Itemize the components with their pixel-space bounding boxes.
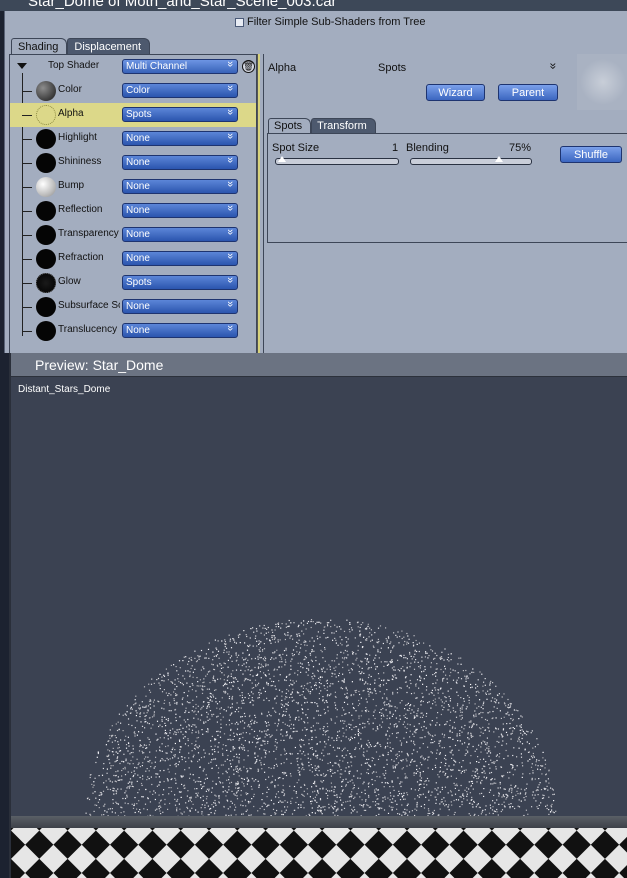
shader-ball-icon [36, 297, 56, 317]
tree-row-label: Transparency [58, 228, 119, 239]
channel-shader-select[interactable]: Spots [122, 275, 238, 290]
tree-row-transparency[interactable]: Transparency None [10, 223, 256, 247]
filter-label: Filter Simple Sub-Shaders from Tree [247, 16, 426, 28]
tab-transform[interactable]: Transform [311, 118, 376, 134]
parent-button[interactable]: Parent [498, 84, 558, 101]
channel-shader-select[interactable]: Color [122, 83, 238, 98]
channel-shader-select[interactable]: None [122, 323, 238, 338]
tree-connector [22, 139, 32, 140]
tree-row-glow[interactable]: Glow Spots [10, 271, 256, 295]
tree-row-top-shader[interactable]: Top Shader Multi Channel 🗑 [10, 55, 256, 79]
trash-icon[interactable]: 🗑 [242, 60, 255, 73]
shader-ball-icon [36, 321, 56, 341]
tree-row-label: Alpha [58, 108, 84, 119]
shader-ball-icon [36, 177, 56, 197]
tree-connector [22, 187, 32, 188]
channel-shader-select[interactable]: None [122, 299, 238, 314]
tree-row-label: Glow [58, 276, 81, 287]
shader-type: Spots [378, 62, 407, 74]
channel-name: Alpha [268, 62, 297, 74]
shader-ball-icon [36, 249, 56, 269]
filter-checkbox[interactable] [235, 17, 244, 27]
shader-ball-icon [36, 153, 56, 173]
channel-shader-select[interactable]: None [122, 155, 238, 170]
preview-viewport[interactable] [11, 378, 627, 878]
blending-value: 75% [509, 142, 532, 154]
tree-row-alpha[interactable]: Alpha Spots [10, 103, 256, 127]
shader-ball-icon [36, 105, 56, 125]
tree-row-highlight[interactable]: Highlight None [10, 127, 256, 151]
channel-shader-select[interactable]: None [122, 251, 238, 266]
tree-connector [22, 211, 32, 212]
tree-connector [22, 115, 32, 116]
tree-row-reflection[interactable]: Reflection None [10, 199, 256, 223]
tree-row-label: Bump [58, 180, 85, 191]
shader-tabs: Spots Transform [268, 118, 376, 134]
tree-row-label: Translucency [58, 324, 118, 335]
shader-editor: Filter Simple Sub-Shaders from Tree Shad… [4, 11, 627, 353]
tree-row-label: Top Shader [48, 60, 100, 71]
tree-row-refraction[interactable]: Refraction None [10, 247, 256, 271]
tab-shading[interactable]: Shading [11, 38, 68, 55]
panel-splitter[interactable] [257, 54, 260, 353]
shuffle-button[interactable]: Shuffle [560, 146, 622, 163]
tree-row-label: Refraction [58, 252, 104, 263]
spot-size-slider-thumb[interactable] [278, 156, 287, 162]
preview-title-bar: Preview: Star_Dome [11, 353, 627, 377]
channel-shader-select[interactable]: None [122, 203, 238, 218]
tab-spots[interactable]: Spots [268, 118, 312, 134]
top-shader-select[interactable]: Multi Channel [122, 59, 238, 74]
horizon-band [11, 816, 627, 828]
tree-row-label: Shininess [58, 156, 102, 167]
shader-ball-icon [36, 225, 56, 245]
tree-row-shininess[interactable]: Shininess None [10, 151, 256, 175]
preview-object-label: Distant_Stars_Dome [18, 384, 111, 395]
tree-row-label: Reflection [58, 204, 103, 215]
preview-window: Preview: Star_Dome Distant_Stars_Dome [9, 353, 627, 878]
channel-shader-select[interactable]: None [122, 131, 238, 146]
tree-row-label: Color [58, 84, 82, 95]
tree-connector [22, 259, 32, 260]
spot-size-label: Spot Size [272, 142, 320, 154]
channel-shader-select[interactable]: Spots [122, 107, 238, 122]
shader-ball-icon [36, 129, 56, 149]
filter-option[interactable]: Filter Simple Sub-Shaders from Tree [235, 16, 426, 28]
spot-size-value: 1 [392, 142, 399, 154]
window-title-bar: Star_Dome of Moth_and_Star_Scene_003.car [0, 0, 627, 11]
tree-row-label: Subsurface Sc [58, 300, 120, 311]
tree-connector [22, 235, 32, 236]
shader-ball-icon [36, 201, 56, 221]
wizard-button[interactable]: Wizard [426, 84, 485, 101]
tree-connector [22, 331, 32, 332]
tree-row-subsurface-sc[interactable]: Subsurface Sc None [10, 295, 256, 319]
channel-shader-select[interactable]: None [122, 227, 238, 242]
window-title: Star_Dome of Moth_and_Star_Scene_003.car [28, 0, 337, 10]
channel-shader-select[interactable]: None [122, 179, 238, 194]
editor-tabs: Shading Displacement [11, 38, 151, 55]
blending-slider-thumb[interactable] [495, 156, 503, 162]
blending-slider[interactable] [410, 156, 532, 165]
spot-size-slider[interactable] [275, 156, 399, 165]
tree-row-label: Highlight [58, 132, 97, 143]
shader-ball-icon [36, 81, 56, 101]
shader-tree: Top Shader Multi Channel 🗑 Color Color Alp… [9, 54, 257, 353]
tree-row-color[interactable]: Color Color [10, 79, 256, 103]
tree-row-bump[interactable]: Bump None [10, 175, 256, 199]
preview-title: Preview: Star_Dome [35, 357, 164, 373]
tree-row-translucency[interactable]: Translucency None [10, 319, 256, 343]
shader-ball-icon [36, 273, 56, 293]
properties-panel: Alpha Spots » Wizard Parent Spots Transf… [263, 54, 627, 353]
shader-thumbnail [577, 54, 627, 110]
tree-connector [22, 91, 32, 92]
tree-connector [22, 163, 32, 164]
blending-label: Blending [406, 142, 449, 154]
tree-connector [22, 307, 32, 308]
tree-connector [22, 283, 32, 284]
checker-floor [11, 828, 627, 878]
expand-triangle-icon[interactable] [17, 63, 27, 69]
collapse-chevron-icon[interactable]: » [546, 63, 560, 70]
tab-displacement[interactable]: Displacement [67, 38, 151, 55]
